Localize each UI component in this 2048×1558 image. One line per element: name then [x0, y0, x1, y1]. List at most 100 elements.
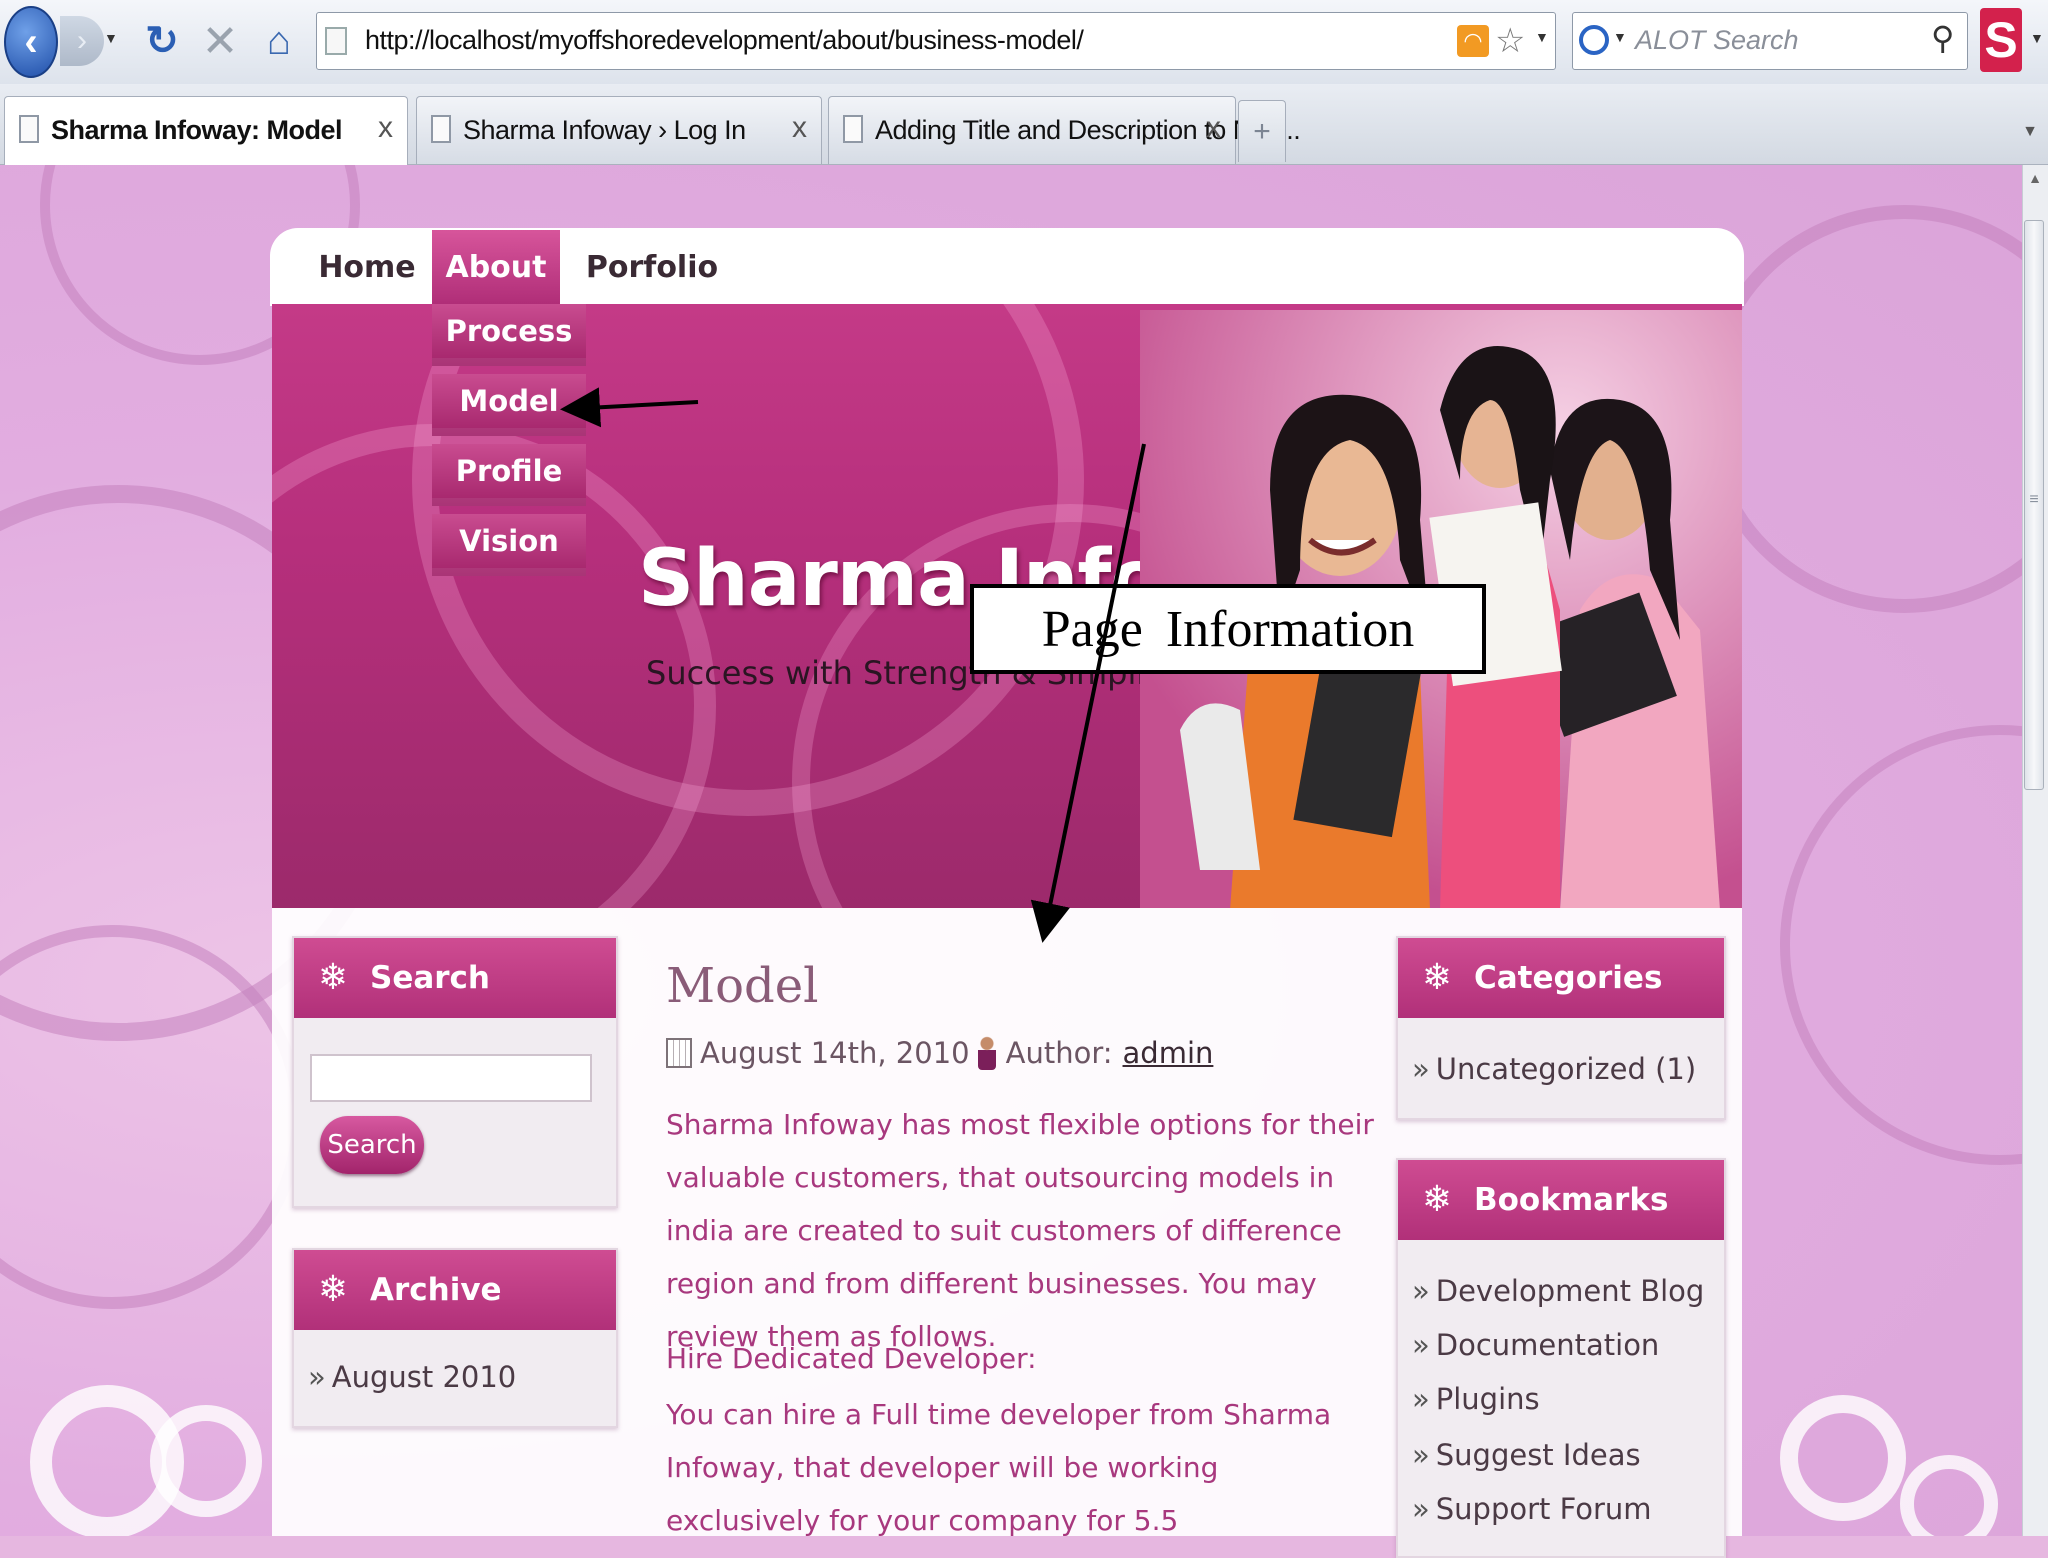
search-bar[interactable]: ▼ ALOT Search ⚲	[1572, 12, 1968, 70]
scroll-up-icon[interactable]: ▲	[2022, 170, 2048, 194]
archive-link[interactable]: » August 2010	[308, 1360, 516, 1394]
snowflake-icon: ❄	[1421, 1179, 1453, 1220]
post-meta: August 14th, 2010 Author: admin	[666, 1036, 1213, 1070]
raquo-icon: »	[1412, 1438, 1430, 1472]
snowflake-icon: ❄	[317, 1269, 349, 1310]
post-intro: Sharma Infoway has most flexible options…	[666, 1108, 1374, 1353]
widget-title: Search	[370, 960, 491, 996]
categories-widget: ❄ Categories » Uncategorized (1)	[1396, 936, 1726, 1120]
bookmark-link-label: Support Forum	[1435, 1492, 1652, 1526]
archive-widget: ❄ Archive » August 2010	[292, 1248, 618, 1428]
widget-header: ❄ Categories	[1398, 938, 1724, 1018]
tab-adding-title[interactable]: Adding Title and Description to Nex... x	[828, 96, 1301, 164]
archive-link-label: August 2010	[331, 1360, 517, 1394]
back-button[interactable]: ‹	[4, 6, 58, 78]
address-url[interactable]: http://localhost/myoffshoredevelopment/a…	[365, 25, 1084, 56]
bookmark-link-label: Development Blog	[1435, 1274, 1705, 1308]
bookmark-star-icon[interactable]: ☆	[1495, 21, 1525, 61]
rss-icon[interactable]: ◠	[1457, 25, 1489, 57]
bookmark-link[interactable]: » Documentation	[1412, 1328, 1659, 1362]
history-dropdown-icon[interactable]: ▼	[104, 30, 118, 46]
tab-close-icon[interactable]: x	[1206, 111, 1221, 145]
author-link[interactable]: admin	[1123, 1036, 1214, 1070]
submenu-model[interactable]: Model	[432, 374, 586, 436]
widget-title: Categories	[1474, 960, 1663, 996]
nav-about[interactable]: About	[432, 230, 560, 304]
post-title: Model	[666, 958, 819, 1014]
page-information-callout: Page Information	[970, 584, 1486, 674]
author-icon	[977, 1036, 996, 1070]
tab-label: Sharma Infoway › Log In	[463, 115, 746, 145]
widget-header: ❄ Archive	[294, 1250, 616, 1330]
widget-title: Bookmarks	[1474, 1182, 1669, 1218]
snowflake-icon: ❄	[1421, 957, 1453, 998]
submenu-process[interactable]: Process	[432, 304, 586, 366]
background-swirl	[1780, 725, 2022, 1165]
bookmark-link-label: Documentation	[1435, 1328, 1660, 1362]
address-dropdown-icon[interactable]: ▼	[1535, 29, 1549, 45]
bookmark-link[interactable]: » Development Blog	[1412, 1274, 1704, 1308]
bookmarks-widget: ❄ Bookmarks » Development Blog » Documenta…	[1396, 1158, 1726, 1558]
addon-s-icon[interactable]: S	[1980, 8, 2022, 72]
home-button[interactable]: ⌂	[254, 12, 304, 70]
tab-list-dropdown-icon[interactable]: ▼	[2016, 104, 2044, 160]
category-link-label: Uncategorized (1)	[1435, 1052, 1697, 1086]
author-label: Author:	[1005, 1036, 1113, 1070]
submenu-vision[interactable]: Vision	[432, 514, 586, 576]
raquo-icon: »	[1412, 1382, 1430, 1416]
widget-title: Archive	[370, 1272, 502, 1308]
stop-button[interactable]: ✕	[198, 12, 242, 70]
bookmark-link[interactable]: » Suggest Ideas	[1412, 1438, 1641, 1472]
scroll-thumb[interactable]: ≡	[2024, 220, 2044, 790]
background-ring	[1900, 1455, 1998, 1536]
raquo-icon: »	[1412, 1328, 1430, 1362]
category-link[interactable]: » Uncategorized (1)	[1412, 1052, 1696, 1086]
raquo-icon: »	[1412, 1052, 1430, 1086]
search-engine-icon[interactable]	[1579, 25, 1609, 55]
background-swirl	[1700, 205, 2022, 613]
tab-label: Sharma Infoway: Model	[51, 115, 343, 145]
forward-button[interactable]: ›	[60, 16, 104, 66]
bookmark-link[interactable]: » Support Forum	[1412, 1492, 1652, 1526]
site-container: Home About Porfolio Sharma Infoway Succe…	[272, 230, 1742, 1558]
page-icon	[325, 27, 347, 55]
tab-sharma-login[interactable]: Sharma Infoway › Log In x	[416, 96, 822, 164]
background-ring	[1780, 1395, 1906, 1521]
search-engine-dropdown-icon[interactable]: ▼	[1613, 29, 1627, 45]
reload-button[interactable]: ↻	[140, 12, 184, 70]
content-area: ❄ Search Search ❄ Archive » August 2010 M…	[272, 908, 1742, 1558]
nav-portfolio[interactable]: Porfolio	[572, 230, 732, 304]
new-tab-button[interactable]: +	[1238, 100, 1286, 162]
search-input[interactable]	[310, 1054, 592, 1102]
tab-close-icon[interactable]: x	[378, 111, 393, 145]
addon-dropdown-icon[interactable]: ▼	[2030, 30, 2044, 46]
search-button[interactable]: Search	[320, 1116, 424, 1174]
address-bar[interactable]: http://localhost/myoffshoredevelopment/a…	[316, 12, 1556, 70]
tab-close-icon[interactable]: x	[792, 111, 807, 145]
page-icon	[431, 115, 451, 143]
magnifier-icon[interactable]: ⚲	[1931, 19, 1954, 57]
back-arrow-icon: ‹	[24, 19, 38, 64]
background-ring	[150, 1405, 262, 1517]
search-placeholder[interactable]: ALOT Search	[1635, 25, 1799, 56]
page-icon	[19, 115, 39, 143]
post-body: You can hire a Full time developer from …	[666, 1398, 1332, 1537]
tab-sharma-model[interactable]: Sharma Infoway: Model x	[4, 96, 408, 166]
forward-arrow-icon: ›	[77, 24, 87, 57]
post-subheading: Hire Dedicated Developer:	[666, 1342, 1037, 1375]
bookmark-link[interactable]: » Plugins	[1412, 1382, 1540, 1416]
page-icon	[843, 115, 863, 143]
bookmark-link-label: Plugins	[1435, 1382, 1540, 1416]
bookmark-link-label: Suggest Ideas	[1435, 1438, 1641, 1472]
tab-label: Adding Title and Description to Nex...	[875, 115, 1301, 145]
browser-toolbar: ‹ › ▼ ↻ ✕ ⌂ http://localhost/myoffshored…	[0, 0, 2048, 85]
submenu-profile[interactable]: Profile	[432, 444, 586, 506]
post-date: August 14th, 2010	[700, 1036, 970, 1070]
calendar-icon	[666, 1038, 692, 1068]
nav-home[interactable]: Home	[312, 230, 422, 304]
widget-header: ❄ Search	[294, 938, 616, 1018]
main-navigation: Home About Porfolio	[272, 230, 1742, 304]
widget-header: ❄ Bookmarks	[1398, 1160, 1724, 1240]
raquo-icon: »	[308, 1360, 326, 1394]
search-widget: ❄ Search Search	[292, 936, 618, 1208]
